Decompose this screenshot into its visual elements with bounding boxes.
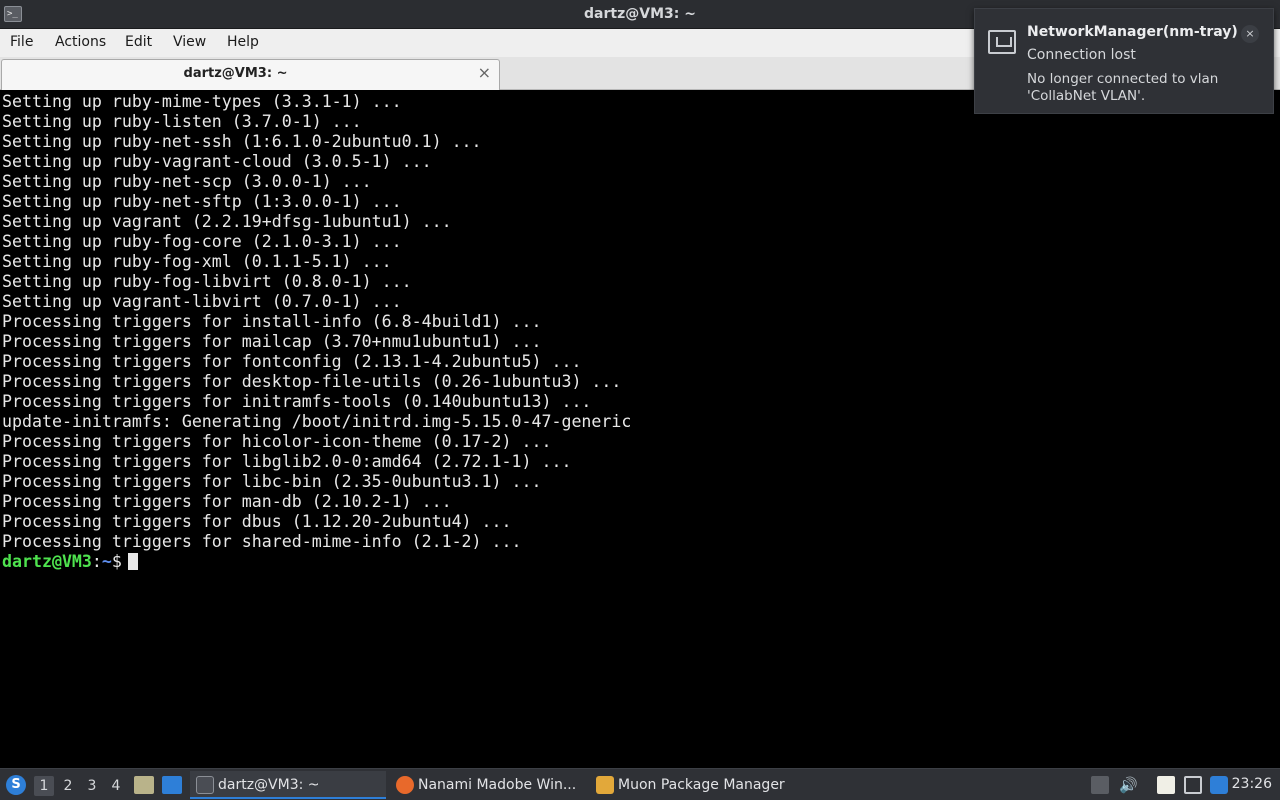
taskbar: S 1 2 3 4 dartz@VM3: ~ Nanami Madobe Win… [0, 768, 1280, 800]
task-muon[interactable]: Muon Package Manager [590, 771, 800, 799]
terminal-line: update-initramfs: Generating /boot/initr… [2, 412, 632, 431]
task-terminal[interactable]: dartz@VM3: ~ [190, 771, 386, 799]
tab-label: dartz@VM3: ~ [183, 66, 288, 81]
notification-popup[interactable]: NetworkManager(nm-tray) × Connection los… [974, 8, 1274, 114]
start-menu-icon[interactable]: S [6, 775, 26, 795]
menu-actions[interactable]: Actions [55, 34, 106, 50]
task-label: Nanami Madobe Win... [418, 777, 577, 793]
terminal-line: Setting up ruby-vagrant-cloud (3.0.5-1) … [2, 152, 432, 171]
firefox-icon [396, 776, 414, 794]
terminal-line: Setting up vagrant (2.2.19+dfsg-1ubuntu1… [2, 212, 452, 231]
terminal-output[interactable]: Setting up ruby-mime-types (3.3.1-1) ...… [0, 91, 1280, 768]
terminal-prompt[interactable]: dartz@VM3:~$ [2, 552, 1280, 572]
clock[interactable]: 23:26 [1232, 776, 1272, 792]
workspace-1[interactable]: 1 [34, 776, 54, 796]
terminal-cursor [127, 553, 138, 570]
clipboard-icon[interactable] [1157, 776, 1175, 794]
tab-terminal[interactable]: dartz@VM3: ~ × [1, 59, 500, 90]
package-icon [596, 776, 614, 794]
file-manager-icon[interactable] [134, 776, 154, 794]
network-icon[interactable] [1184, 776, 1202, 794]
volume-icon[interactable]: 🔊 [1119, 776, 1138, 794]
workspace-4[interactable]: 4 [106, 776, 126, 796]
prompt-user: dartz@VM3 [2, 552, 92, 571]
notification-close-icon[interactable]: × [1241, 25, 1259, 43]
notification-body: No longer connected to vlan 'CollabNet V… [1027, 71, 1219, 104]
terminal-line: Setting up ruby-fog-libvirt (0.8.0-1) ..… [2, 272, 412, 291]
terminal-line: Processing triggers for dbus (1.12.20-2u… [2, 512, 512, 531]
terminal-line: Processing triggers for man-db (2.10.2-1… [2, 492, 452, 511]
task-firefox[interactable]: Nanami Madobe Win... [390, 771, 586, 799]
menu-edit[interactable]: Edit [125, 34, 152, 50]
menu-help[interactable]: Help [227, 34, 259, 50]
show-desktop-icon[interactable] [162, 776, 182, 794]
terminal-line: Setting up ruby-net-sftp (1:3.0.0-1) ... [2, 192, 402, 211]
terminal-line: Setting up ruby-listen (3.7.0-1) ... [2, 112, 362, 131]
terminal-line: Setting up ruby-net-scp (3.0.0-1) ... [2, 172, 372, 191]
workspace-3[interactable]: 3 [82, 776, 102, 796]
workspace-2[interactable]: 2 [58, 776, 78, 796]
terminal-line: Processing triggers for mailcap (3.70+nm… [2, 332, 542, 351]
terminal-line: Setting up vagrant-libvirt (0.7.0-1) ... [2, 292, 402, 311]
notification-title: NetworkManager(nm-tray) [1027, 24, 1238, 40]
terminal-line: Setting up ruby-net-ssh (1:6.1.0-2ubuntu… [2, 132, 482, 151]
notification-summary: Connection lost [1027, 47, 1136, 63]
tray-arrow-icon[interactable] [1091, 776, 1109, 794]
prompt-path: ~ [101, 552, 112, 571]
menu-view[interactable]: View [173, 34, 206, 50]
prompt-symbol: $ [111, 552, 122, 571]
task-label: Muon Package Manager [618, 777, 785, 793]
terminal-line: Setting up ruby-fog-xml (0.1.1-5.1) ... [2, 252, 392, 271]
network-wired-icon [988, 30, 1016, 54]
terminal-line: Processing triggers for desktop-file-uti… [2, 372, 622, 391]
terminal-line: Processing triggers for initramfs-tools … [2, 392, 592, 411]
update-notifier-icon[interactable] [1210, 776, 1228, 794]
prompt-separator: : [91, 552, 102, 571]
terminal-line: Processing triggers for install-info (6.… [2, 312, 542, 331]
menu-file[interactable]: File [10, 34, 33, 50]
terminal-line: Processing triggers for hicolor-icon-the… [2, 432, 552, 451]
terminal-line: Processing triggers for shared-mime-info… [2, 532, 522, 551]
terminal-line: Setting up ruby-fog-core (2.1.0-3.1) ... [2, 232, 402, 251]
terminal-line: Processing triggers for libglib2.0-0:amd… [2, 452, 572, 471]
terminal-line: Processing triggers for libc-bin (2.35-0… [2, 472, 542, 491]
terminal-line: Processing triggers for fontconfig (2.13… [2, 352, 582, 371]
tab-close-icon[interactable]: × [478, 64, 491, 82]
task-label: dartz@VM3: ~ [218, 777, 320, 793]
terminal-icon [196, 776, 214, 794]
